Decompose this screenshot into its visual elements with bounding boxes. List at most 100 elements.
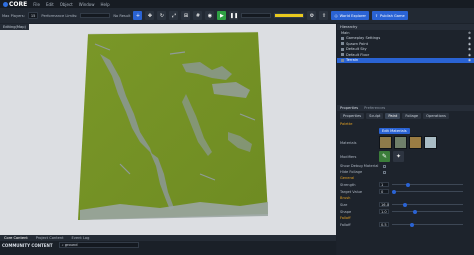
size-row: Size 16.0	[337, 201, 474, 208]
performance-bar-3	[274, 13, 305, 18]
material-tile-2[interactable]	[394, 136, 407, 149]
world-explorer-button[interactable]: ◎ World Explorer	[331, 11, 370, 20]
publish-game-label: Publish Game	[380, 13, 405, 18]
target-value-slider[interactable]	[392, 189, 463, 194]
shape-label: Shape	[340, 209, 352, 214]
material-tile-4[interactable]	[424, 136, 437, 149]
snap-icon[interactable]: ⊞	[181, 11, 191, 20]
viewport[interactable]: Editing(Map)	[0, 24, 336, 247]
hide-foliage-checkbox[interactable]	[383, 170, 386, 174]
material-tile-3[interactable]	[409, 136, 422, 149]
terrain-render[interactable]	[0, 24, 336, 235]
show-debug-label: Show Debug Material	[340, 164, 379, 168]
tab-operations[interactable]: Operations	[423, 113, 449, 119]
target-value-label: Target Value	[340, 189, 363, 194]
visibility-eye-icon[interactable]: ◉	[468, 47, 471, 51]
publish-game-button[interactable]: ⇧ Publish Game	[372, 11, 408, 20]
shape-slider[interactable]	[392, 209, 463, 214]
strength-field[interactable]: 1	[379, 182, 389, 187]
slider-knob[interactable]	[409, 222, 414, 227]
no-result-label: No Result	[113, 13, 131, 18]
performance-limits-label: Performance Limits:	[41, 13, 78, 18]
materials-label: Materials	[340, 140, 357, 145]
core-logo: CORE	[0, 1, 30, 8]
tab-foliage[interactable]: Foliage	[402, 113, 422, 119]
object-icon	[341, 58, 344, 62]
tab-properties[interactable]: Properties	[340, 113, 365, 119]
brush-modifier-icon[interactable]: ✎	[379, 151, 390, 162]
edit-materials-button[interactable]: Edit Materials	[379, 128, 410, 134]
play-icon[interactable]: ▶	[217, 11, 227, 20]
slider-knob[interactable]	[402, 202, 407, 207]
material-tile-1[interactable]	[379, 136, 392, 149]
menu-window[interactable]: Window	[76, 2, 98, 7]
visibility-eye-icon[interactable]: ◉	[468, 58, 471, 62]
strength-label: Strength	[340, 182, 356, 187]
menu-help[interactable]: Help	[98, 2, 113, 7]
grid-icon[interactable]: #	[193, 11, 203, 20]
brush-erase-icon[interactable]: ✦	[393, 151, 404, 162]
max-players-field[interactable]: 15	[27, 12, 39, 19]
slider-knob[interactable]	[406, 182, 411, 187]
menu-object[interactable]: Object	[57, 2, 76, 7]
object-icon	[341, 47, 344, 51]
tab-event-log[interactable]: Event Log	[68, 235, 94, 241]
falloff-field[interactable]: 0.5	[379, 222, 389, 227]
target-value-field[interactable]: 0	[379, 189, 389, 194]
strength-slider[interactable]	[392, 182, 463, 187]
add-icon[interactable]: ⊕	[468, 31, 471, 35]
menu-file[interactable]: File	[30, 2, 43, 7]
material-tiles	[379, 136, 437, 149]
preferences-tab[interactable]: Preferences	[364, 106, 385, 110]
rotate-icon[interactable]: ↻	[157, 11, 167, 20]
shape-row: Shape 1.0	[337, 208, 474, 215]
strength-row: Strength 1	[337, 181, 474, 188]
size-slider[interactable]	[392, 202, 463, 207]
content-toolbar: COMMUNITY CONTENT ⌕ ground	[0, 241, 336, 249]
slider-knob[interactable]	[413, 209, 418, 214]
logo-icon	[3, 1, 8, 7]
upload-icon: ⇧	[375, 13, 379, 18]
search-value: ground	[64, 243, 78, 247]
globe-icon: ◎	[334, 13, 338, 18]
show-debug-checkbox[interactable]	[383, 164, 386, 168]
falloff-slider[interactable]	[392, 222, 463, 227]
viewport-tab[interactable]: Editing(Map)	[0, 24, 29, 30]
target-value-row: Target Value 0	[337, 188, 474, 195]
move-icon[interactable]: ✥	[145, 11, 155, 20]
tab-sculpt[interactable]: Sculpt	[366, 113, 384, 119]
tab-project-content[interactable]: Project Content	[32, 235, 68, 241]
hide-foliage-label: Hide Foliage	[340, 170, 363, 174]
content-search-input[interactable]: ⌕ ground	[58, 242, 139, 248]
edit-materials-row: Edit Materials	[337, 127, 474, 135]
performance-bar-2	[241, 13, 272, 18]
shape-field[interactable]: 1.0	[379, 209, 389, 214]
toolbar: Max Players: 15 Performance Limits: No R…	[0, 8, 474, 23]
menu-bar: CORE File Edit Object Window Help	[0, 0, 474, 8]
slider-knob[interactable]	[392, 189, 396, 194]
hierarchy-root-label: Main	[341, 30, 350, 35]
settings-icon[interactable]: ⚙	[307, 11, 317, 20]
camera-icon[interactable]: ◉	[205, 11, 215, 20]
object-icon	[341, 42, 344, 46]
app-window: CORE File Edit Object Window Help Max Pl…	[0, 0, 474, 255]
tab-paint[interactable]: Paint	[385, 113, 401, 119]
properties-title[interactable]: Properties	[340, 106, 358, 110]
tab-core-content[interactable]: Core Content	[0, 235, 32, 241]
size-field[interactable]: 16.0	[379, 202, 389, 207]
visibility-eye-icon[interactable]: ◉	[468, 36, 471, 40]
hierarchy-title: Hierarchy	[340, 25, 358, 29]
falloff-row: Falloff 0.5	[337, 221, 474, 228]
size-label: Size	[340, 202, 348, 207]
hierarchy-item-label: Terrain	[346, 58, 359, 63]
share-icon[interactable]: ⇪	[319, 11, 329, 20]
falloff-label: Falloff	[340, 222, 351, 227]
pause-icon[interactable]: ❚❚	[229, 11, 239, 20]
new-icon[interactable]: +	[133, 11, 143, 20]
menu-edit[interactable]: Edit	[43, 2, 57, 7]
scale-icon[interactable]: ⤢	[169, 11, 179, 20]
visibility-eye-icon[interactable]: ◉	[468, 42, 471, 46]
visibility-eye-icon[interactable]: ◉	[468, 53, 471, 57]
hierarchy-item-label: Default Sky	[346, 47, 367, 52]
object-icon	[341, 53, 344, 57]
